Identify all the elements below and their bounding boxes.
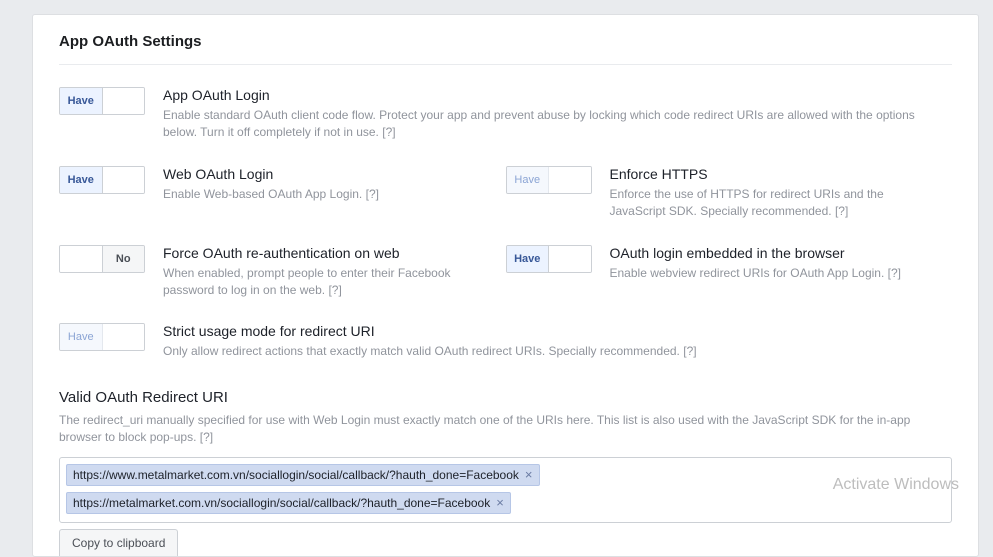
toggle-blank [60,246,102,272]
copy-to-clipboard-button[interactable]: Copy to clipboard [59,529,178,556]
toggle-label-have: Have [60,88,103,114]
help-icon[interactable]: [?] [683,344,696,358]
setting-title: Strict usage mode for redirect URI [163,323,952,339]
setting-embedded: Have OAuth login embedded in the browser… [506,245,953,300]
toggle-app-oauth[interactable]: Have [59,87,145,115]
close-icon[interactable]: × [496,496,504,509]
toggle-blank [103,88,145,114]
setting-title: Web OAuth Login [163,166,492,182]
toggle-strict: Have [59,323,145,351]
redirect-uri-input[interactable]: https://www.metalmarket.com.vn/sociallog… [59,457,952,523]
setting-title: OAuth login embedded in the browser [610,245,939,261]
toggle-blank [103,167,145,193]
setting-desc: Enable standard OAuth client code flow. … [163,107,952,142]
page-title: App OAuth Settings [59,15,952,65]
help-icon[interactable]: [?] [200,430,213,444]
setting-desc: When enabled, prompt people to enter the… [163,265,492,300]
setting-strict: Have Strict usage mode for redirect URI … [59,323,952,360]
toggle-enforce-https: Have [506,166,592,194]
setting-desc: Only allow redirect actions that exactly… [163,343,952,360]
setting-desc: Enable Web-based OAuth App Login. [?] [163,186,492,203]
uri-chip[interactable]: https://metalmarket.com.vn/sociallogin/s… [66,492,511,514]
setting-desc: Enable webview redirect URIs for OAuth A… [610,265,939,282]
toggle-label-have: Have [507,167,550,193]
setting-title: App OAuth Login [163,87,952,103]
help-icon[interactable]: [?] [382,125,395,139]
toggle-label-have: Have [60,167,103,193]
uri-chip-label: https://metalmarket.com.vn/sociallogin/s… [73,496,490,510]
setting-enforce-https: Have Enforce HTTPS Enforce the use of HT… [506,166,953,221]
toggle-label-have: Have [60,324,103,350]
valid-redirect-title: Valid OAuth Redirect URI [59,389,952,406]
valid-redirect-desc: The redirect_uri manually specified for … [59,412,952,447]
toggle-label-have: Have [507,246,550,272]
close-icon[interactable]: × [525,468,533,481]
toggle-blank [103,324,145,350]
toggle-embedded[interactable]: Have [506,245,592,273]
toggle-label-no: No [102,246,145,272]
setting-title: Force OAuth re-authentication on web [163,245,492,261]
setting-desc: Enforce the use of HTTPS for redirect UR… [610,186,939,221]
help-icon[interactable]: [?] [366,187,379,201]
toggle-blank [549,167,591,193]
uri-chip-label: https://www.metalmarket.com.vn/sociallog… [73,468,519,482]
uri-chip[interactable]: https://www.metalmarket.com.vn/sociallog… [66,464,540,486]
toggle-web-oauth[interactable]: Have [59,166,145,194]
setting-web-oauth: Have Web OAuth Login Enable Web-based OA… [59,166,506,221]
help-icon[interactable]: [?] [888,266,901,280]
toggle-blank [549,246,591,272]
setting-force-reauth: No Force OAuth re-authentication on web … [59,245,506,300]
setting-title: Enforce HTTPS [610,166,939,182]
toggle-force-reauth[interactable]: No [59,245,145,273]
setting-app-oauth: Have App OAuth Login Enable standard OAu… [59,87,952,142]
help-icon[interactable]: [?] [328,283,341,297]
help-icon[interactable]: [?] [835,204,848,218]
